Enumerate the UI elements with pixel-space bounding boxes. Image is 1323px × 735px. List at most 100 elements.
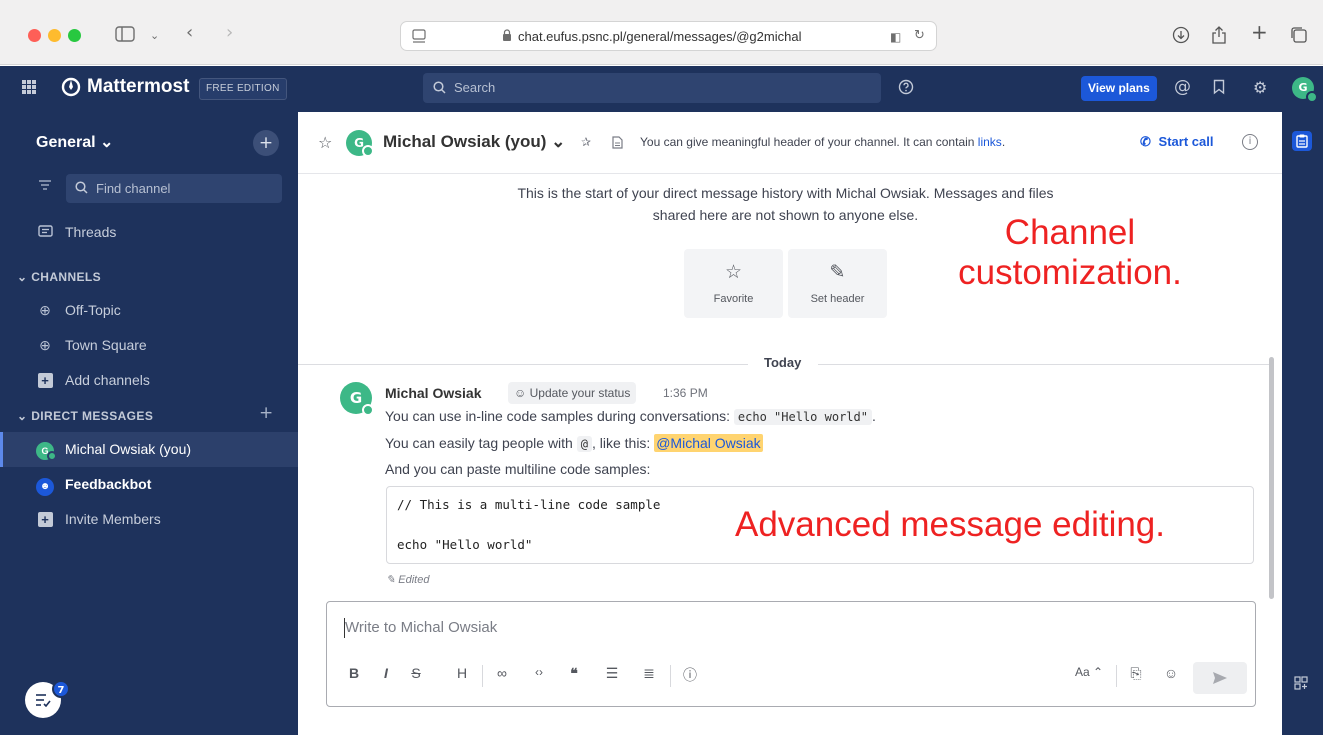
channels-section-heading[interactable]: ⌄ CHANNELS <box>17 270 101 284</box>
reload-icon[interactable]: ↻ <box>914 28 925 44</box>
info-icon[interactable]: i <box>1242 134 1258 150</box>
text-size-toggle[interactable]: Aa ⌃ <box>1072 665 1106 679</box>
direct-messages-section-heading[interactable]: ⌄ DIRECT MESSAGES <box>17 409 153 423</box>
link-icon[interactable]: ∞ <box>493 665 511 681</box>
numbered-list-icon[interactable]: ≣ <box>640 665 658 682</box>
new-tab-icon[interactable]: + <box>1251 22 1268 42</box>
channel-header: ☆ G Michal Owsiak (you) ⌄ ✰ You can give… <box>298 112 1282 174</box>
sidebar-item-feedbackbot[interactable]: ☻ Feedbackbot <box>0 468 298 500</box>
pin-icon[interactable]: ✰ <box>581 135 591 149</box>
downloads-icon[interactable] <box>1172 26 1190 47</box>
threads-icon <box>36 216 54 250</box>
view-plans-button[interactable]: View plans <box>1081 76 1157 101</box>
search-input[interactable]: Search <box>423 73 881 103</box>
attachment-icon[interactable]: ⎘ <box>1127 665 1145 682</box>
update-status-label: Update your status <box>529 386 631 400</box>
scrollbar[interactable] <box>1269 357 1274 599</box>
strikethrough-icon[interactable]: S <box>407 665 425 681</box>
edited-label: Edited <box>398 574 430 586</box>
tab-overview-icon[interactable] <box>1290 26 1308 47</box>
user-mention[interactable]: @Michal Owsiak <box>654 434 763 452</box>
sidebar-item-label: Add channels <box>65 372 150 388</box>
online-status-icon <box>47 451 57 461</box>
emoji-picker-icon[interactable]: ☺ <box>1162 665 1180 681</box>
product-menu-icon[interactable] <box>22 80 36 94</box>
header-text: You can give meaningful header of your c… <box>640 135 978 149</box>
find-channel-button[interactable]: Find channel <box>66 174 282 203</box>
translate-icon[interactable]: ◧ <box>890 29 901 45</box>
globe-icon: ⊕ <box>39 337 51 353</box>
section-label: CHANNELS <box>31 270 102 284</box>
pencil-icon: ✎ <box>386 574 396 586</box>
channel-name[interactable]: Michal Owsiak (you) ⌄ <box>383 132 565 152</box>
browser-toolbar: ⌄ ‹ › chat.eufus.psnc.pl/general/message… <box>0 0 1323 65</box>
bold-icon[interactable]: B <box>345 665 363 681</box>
page-settings-icon[interactable] <box>411 28 427 47</box>
online-status-icon <box>362 404 374 416</box>
address-bar[interactable]: chat.eufus.psnc.pl/general/messages/@g2m… <box>400 21 937 51</box>
sidebar-item-add-channels[interactable]: + Add channels <box>0 364 298 396</box>
annotation-channel-customization: Channel customization. <box>920 213 1220 293</box>
filter-icon[interactable] <box>32 175 58 201</box>
date-separator-label: Today <box>764 355 802 370</box>
minimize-window-button[interactable] <box>48 29 61 42</box>
section-label: DIRECT MESSAGES <box>31 409 154 423</box>
settings-gear-icon[interactable]: ⚙ <box>1253 78 1267 97</box>
sidebar-item-threads[interactable]: Threads <box>0 216 298 248</box>
sidebar-item-michal-owsiak[interactable]: G Michal Owsiak (you) <box>0 432 298 467</box>
start-call-label: Start call <box>1158 134 1214 149</box>
annotation-line2: customization. <box>958 253 1182 292</box>
lock-icon <box>502 29 512 41</box>
code-icon[interactable]: ‹› <box>530 665 548 679</box>
bulleted-list-icon[interactable]: ☰ <box>603 665 621 682</box>
quote-icon[interactable]: ❝ <box>565 665 583 682</box>
post-line-2: You can easily tag people with @, like t… <box>385 434 763 452</box>
send-button[interactable] <box>1193 662 1247 694</box>
checklist-badge: 7 <box>52 680 70 698</box>
sidebar-item-town-square[interactable]: ⊕ Town Square <box>0 329 298 361</box>
heading-icon[interactable]: H <box>453 665 471 681</box>
channel-files-icon[interactable] <box>612 136 623 152</box>
share-icon[interactable] <box>1211 25 1227 48</box>
sidebar-item-invite-members[interactable]: + Invite Members <box>0 503 298 535</box>
back-icon[interactable]: ‹ <box>186 24 193 42</box>
online-status-icon <box>1306 91 1318 103</box>
sidebar-toggle-icon[interactable] <box>115 26 135 45</box>
team-menu[interactable]: General ⌄ <box>36 132 113 152</box>
message-composer[interactable]: Write to Michal Owsiak B I S H ∞ ‹› ❝ ☰ … <box>326 601 1256 707</box>
header-link[interactable]: links <box>978 135 1002 149</box>
forward-icon[interactable]: › <box>226 24 233 42</box>
favorite-star-icon[interactable]: ☆ <box>318 133 332 152</box>
help-icon[interactable] <box>898 79 914 99</box>
set-header-button[interactable]: ✎ Set header <box>788 249 887 318</box>
sidebar-item-off-topic[interactable]: ⊕ Off-Topic <box>0 294 298 326</box>
annotation-line1: Channel <box>1004 213 1136 252</box>
post-time[interactable]: 1:36 PM <box>663 386 708 400</box>
post-author[interactable]: Michal Owsiak <box>385 385 481 401</box>
zoom-window-button[interactable] <box>68 29 81 42</box>
apps-grid-icon[interactable] <box>1294 676 1308 693</box>
message-input[interactable]: Write to Michal Owsiak <box>345 619 497 636</box>
start-call-button[interactable]: ✆ Start call <box>1140 134 1213 150</box>
chevron-down-icon[interactable]: ⌄ <box>150 28 159 44</box>
favorite-button[interactable]: ☆ Favorite <box>684 249 783 318</box>
mentions-icon[interactable]: @ <box>1174 77 1191 97</box>
sidebar-item-label: Threads <box>65 224 117 240</box>
globe-icon: ⊕ <box>39 302 51 318</box>
boards-icon[interactable] <box>1292 131 1312 151</box>
post-line-3: And you can paste multiline code samples… <box>385 461 651 477</box>
priority-icon[interactable]: ⓘ <box>681 665 699 685</box>
add-direct-message-icon[interactable]: + <box>259 403 273 423</box>
post-line-1: You can use in-line code samples during … <box>385 408 876 425</box>
add-square-icon: + <box>37 373 53 388</box>
favorite-label: Favorite <box>713 293 754 305</box>
update-status-button[interactable]: ☺ Update your status <box>508 382 637 404</box>
add-button[interactable]: + <box>253 130 279 156</box>
search-icon <box>75 181 88 197</box>
edited-indicator: ✎ Edited <box>386 573 429 586</box>
saved-messages-icon[interactable] <box>1213 79 1225 99</box>
italic-icon[interactable]: I <box>377 665 395 681</box>
phone-icon: ✆ <box>1140 134 1151 149</box>
close-window-button[interactable] <box>28 29 41 42</box>
mattermost-logo: Mattermost <box>61 76 189 98</box>
